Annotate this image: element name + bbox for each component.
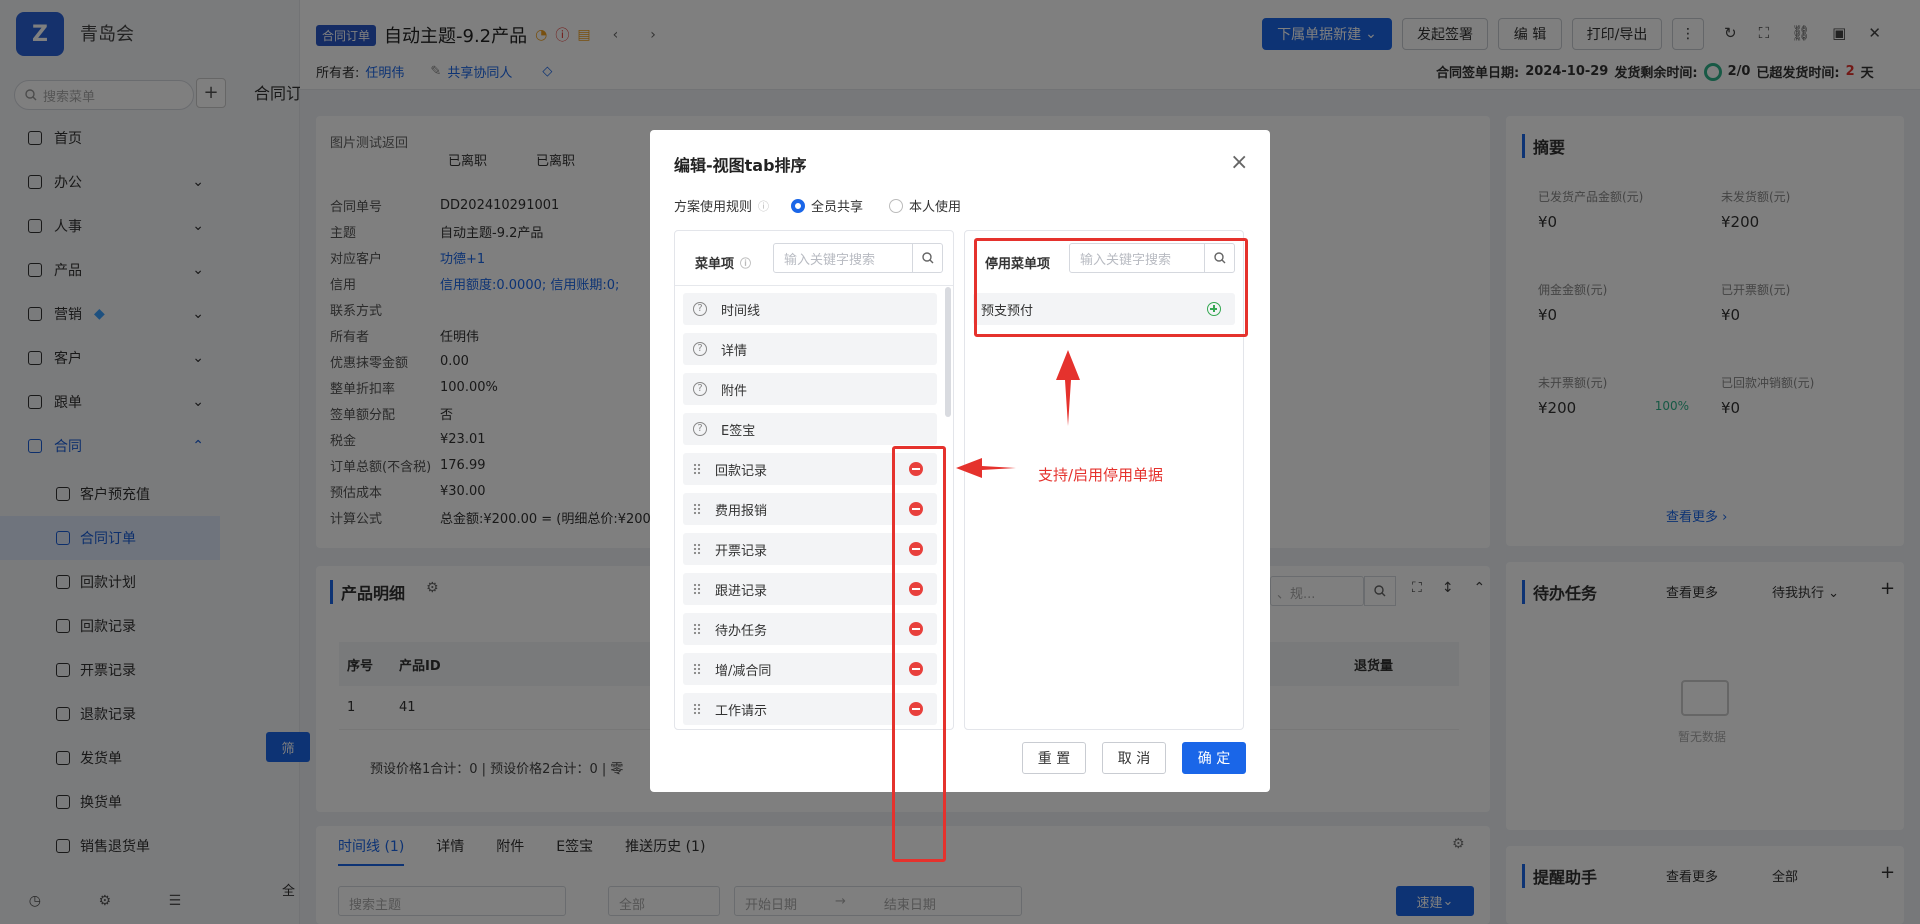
menu-item-fixed: ? 详情 — [683, 333, 937, 365]
close-icon[interactable]: × — [1230, 150, 1248, 175]
search-icon[interactable] — [912, 244, 942, 272]
annotation-highlight-box — [974, 238, 1248, 337]
radio-all-share-label[interactable]: 全员共享 — [811, 196, 863, 215]
radio-self-use-label[interactable]: 本人使用 — [909, 196, 961, 215]
confirm-button[interactable]: 确 定 — [1182, 742, 1246, 774]
modal-title: 编辑-视图tab排序 — [674, 156, 807, 175]
menu-item-fixed: ? E签宝 — [683, 413, 937, 445]
annotation-highlight-box — [892, 446, 946, 862]
drag-handle-icon[interactable] — [693, 663, 701, 675]
help-icon: ? — [693, 382, 707, 396]
radio-all-share[interactable] — [791, 198, 806, 213]
tab-sort-modal: 编辑-视图tab排序 × 方案使用规则 ⓘ 全员共享 本人使用 菜单项 ⓘ 输入… — [650, 130, 1270, 862]
help-icon: ⓘ — [758, 199, 770, 213]
cancel-button[interactable]: 取 消 — [1102, 742, 1166, 774]
menu-items-search-input[interactable]: 输入关键字搜索 — [773, 243, 943, 273]
scrollbar[interactable] — [945, 287, 951, 417]
drag-handle-icon[interactable] — [693, 703, 701, 715]
radio-self-use[interactable] — [889, 198, 904, 213]
annotation-text: 支持/启用停用单据 — [1038, 466, 1164, 484]
drag-handle-icon[interactable] — [693, 583, 701, 595]
drag-handle-icon[interactable] — [693, 623, 701, 635]
help-icon: ? — [693, 302, 707, 316]
rule-label: 方案使用规则 — [674, 200, 753, 215]
menu-item-fixed: ? 附件 — [683, 373, 937, 405]
drag-handle-icon[interactable] — [693, 463, 701, 475]
menu-item-fixed: ? 时间线 — [683, 293, 937, 325]
help-icon: ? — [693, 342, 707, 356]
help-icon: ? — [693, 422, 707, 436]
reset-button[interactable]: 重 置 — [1022, 742, 1086, 774]
help-icon: ⓘ — [740, 256, 752, 270]
drag-handle-icon[interactable] — [693, 543, 701, 555]
menu-items-title: 菜单项 — [695, 257, 735, 272]
annotation-up-arrow — [1056, 350, 1080, 426]
drag-handle-icon[interactable] — [693, 503, 701, 515]
annotation-left-arrow — [956, 458, 1016, 478]
rule-row: 方案使用规则 ⓘ 全员共享 本人使用 — [674, 196, 961, 215]
